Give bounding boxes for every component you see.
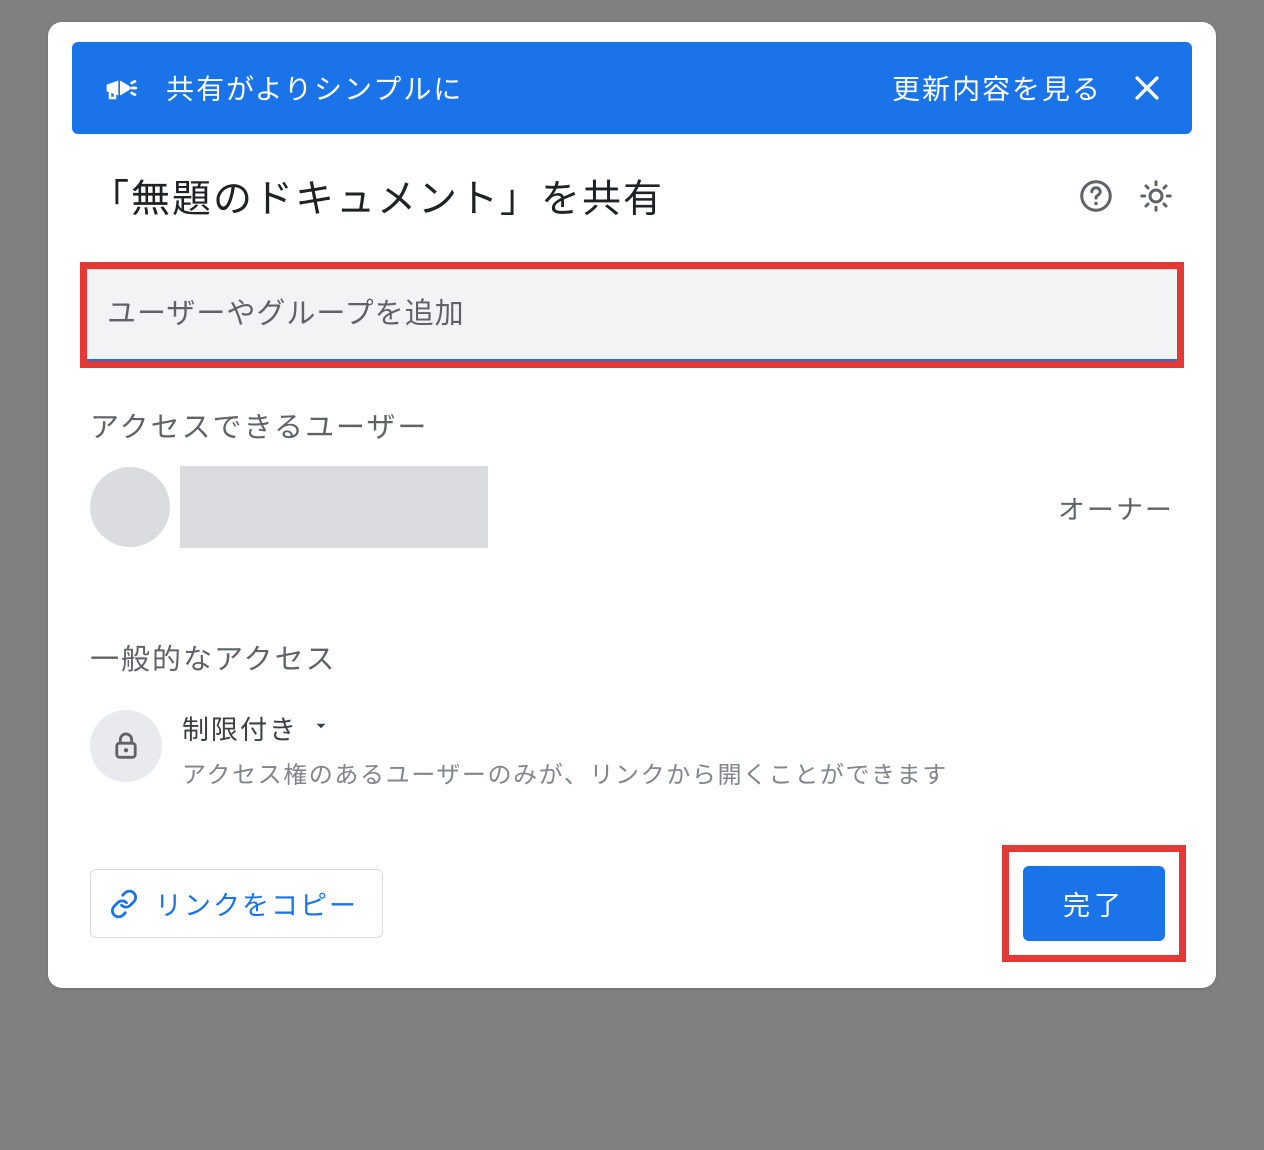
lock-icon [109, 729, 143, 763]
access-mode-dropdown[interactable]: 制限付き [182, 708, 1174, 747]
access-main: 制限付き アクセス権のあるユーザーのみが、リンクから開くことができます [182, 708, 1174, 791]
announcement-icon [100, 68, 140, 108]
chevron-down-icon [312, 716, 330, 740]
dialog-footer: リンクをコピー 完了 [48, 799, 1216, 962]
people-section-label: アクセスできるユーザー [48, 368, 1216, 454]
close-icon [1130, 71, 1164, 105]
access-mode-icon-wrap [90, 710, 162, 782]
user-role: オーナー [1058, 488, 1174, 527]
banner-close-button[interactable] [1130, 71, 1164, 105]
input-highlight-annotation [80, 262, 1184, 368]
general-access-row: 制限付き アクセス権のあるユーザーのみが、リンクから開くことができます [48, 686, 1216, 799]
user-name-redacted [180, 466, 488, 548]
general-access-section-label: 一般的なアクセス [48, 600, 1216, 686]
banner-link[interactable]: 更新内容を見る [892, 68, 1102, 108]
dialog-header: 「無題のドキュメント」を共有 [48, 148, 1216, 244]
banner-message: 共有がよりシンプルに [166, 68, 892, 108]
share-dialog: 共有がよりシンプルに 更新内容を見る 「無題のドキュメント」を共有 アクセスでき… [48, 22, 1216, 988]
add-people-input[interactable] [87, 269, 1177, 361]
copy-link-button[interactable]: リンクをコピー [90, 869, 383, 938]
done-highlight-annotation: 完了 [1002, 845, 1186, 962]
link-icon [109, 889, 139, 919]
dialog-title: 「無題のドキュメント」を共有 [90, 168, 1054, 224]
user-row: オーナー [48, 454, 1216, 560]
settings-button[interactable] [1138, 178, 1174, 214]
gear-icon [1138, 178, 1174, 214]
avatar [90, 467, 170, 547]
info-banner: 共有がよりシンプルに 更新内容を見る [72, 42, 1192, 134]
copy-link-label: リンクをコピー [155, 884, 358, 923]
done-button[interactable]: 完了 [1023, 866, 1165, 941]
access-mode-label: 制限付き [182, 708, 298, 747]
access-description: アクセス権のあるユーザーのみが、リンクから開くことができます [182, 755, 1174, 791]
help-button[interactable] [1078, 178, 1114, 214]
help-icon [1078, 178, 1114, 214]
